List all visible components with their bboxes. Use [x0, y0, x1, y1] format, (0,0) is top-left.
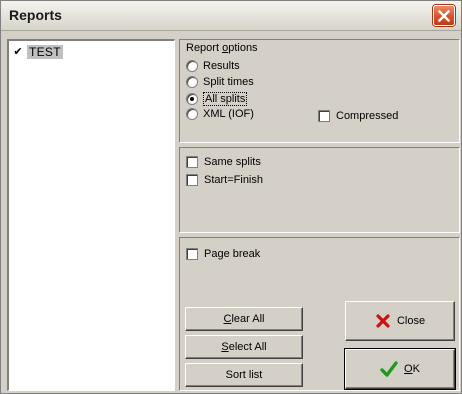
radio-label: All splits: [203, 92, 248, 106]
page-break-label: Page break: [204, 248, 261, 260]
window-title: Reports: [9, 7, 62, 23]
compressed-label: Compressed: [336, 110, 399, 122]
checkmark-icon: ✔: [13, 46, 23, 58]
radio-label: Split times: [203, 76, 254, 88]
filter-options-panel: Same splits Start=Finish: [179, 147, 460, 233]
same-splits-checkbox[interactable]: [186, 156, 198, 168]
same-splits-label: Same splits: [204, 156, 261, 168]
radio-label: XML (IOF): [203, 108, 254, 120]
select-all-label: Select All: [221, 341, 267, 353]
course-list[interactable]: ✔ TEST: [7, 39, 175, 391]
radio-results[interactable]: Results: [186, 60, 240, 72]
close-button[interactable]: Close: [345, 301, 455, 341]
sort-list-label: Sort list: [225, 369, 263, 381]
radio-button[interactable]: [186, 60, 198, 72]
compressed-checkbox[interactable]: [318, 110, 330, 122]
title-bar[interactable]: Reports: [1, 1, 461, 31]
green-check-icon: [380, 361, 398, 377]
radio-xml-iof[interactable]: XML (IOF): [186, 108, 254, 120]
close-x-icon: [438, 9, 450, 22]
report-options-label: Report options: [186, 42, 258, 54]
ok-button[interactable]: OK: [344, 348, 456, 390]
radio-all-splits[interactable]: All splits: [186, 92, 248, 106]
ok-label: OK: [404, 363, 420, 375]
compressed-checkbox-row[interactable]: Compressed: [318, 110, 398, 122]
clear-all-button[interactable]: Clear All: [185, 307, 303, 331]
select-all-button[interactable]: Select All: [185, 335, 303, 359]
radio-split-times[interactable]: Split times: [186, 76, 254, 88]
reports-dialog: Reports ✔ TEST Report options Results Sp…: [0, 0, 462, 394]
start-finish-label: Start=Finish: [204, 174, 263, 186]
start-finish-checkbox-row[interactable]: Start=Finish: [186, 174, 263, 186]
list-item[interactable]: ✔ TEST: [11, 43, 171, 60]
radio-button[interactable]: [186, 108, 198, 120]
radio-label: Results: [203, 60, 240, 72]
sort-list-button[interactable]: Sort list: [185, 363, 303, 387]
red-x-icon: [375, 313, 391, 329]
clear-all-label: Clear All: [223, 313, 265, 325]
radio-button[interactable]: [186, 76, 198, 88]
list-item-label: TEST: [27, 44, 63, 59]
report-options-panel: Report options Results Split times All s…: [179, 39, 460, 143]
same-splits-checkbox-row[interactable]: Same splits: [186, 156, 261, 168]
start-finish-checkbox[interactable]: [186, 174, 198, 186]
window-close-button[interactable]: [433, 5, 455, 26]
close-label: Close: [396, 315, 426, 327]
page-break-checkbox-row[interactable]: Page break: [186, 248, 260, 260]
page-break-checkbox[interactable]: [186, 248, 198, 260]
radio-button[interactable]: [186, 93, 198, 105]
